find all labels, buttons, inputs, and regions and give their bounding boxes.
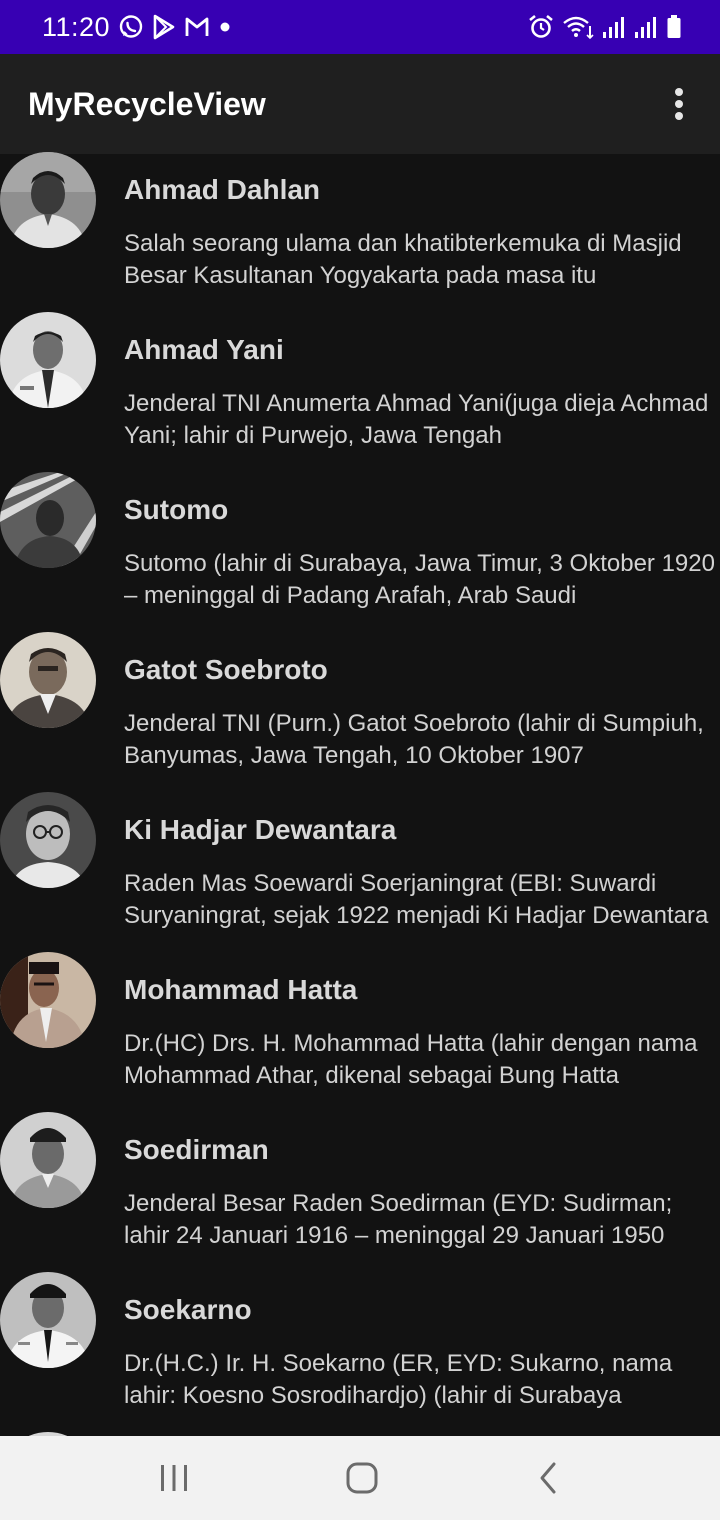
hero-name: Soedirman	[124, 1134, 269, 1165]
play-store-icon	[152, 14, 184, 40]
hero-avatar	[0, 1112, 96, 1208]
hero-avatar	[0, 472, 96, 568]
hero-avatar	[0, 312, 96, 408]
app-title: MyRecycleView	[28, 86, 266, 122]
hero-list-item[interactable]: Soedirman Jenderal Besar Raden Soedirman…	[0, 1104, 720, 1264]
hero-list-item[interactable]: Ahmad Dahlan Salah seorang ulama dan kha…	[0, 144, 720, 304]
hero-name: Ahmad Yani	[124, 334, 284, 365]
hero-avatar	[0, 632, 96, 728]
hero-list-item[interactable]: Sutomo Sutomo (lahir di Surabaya, Jawa T…	[0, 464, 720, 624]
signal-icon	[626, 14, 658, 40]
hero-name: Mohammad Hatta	[124, 974, 358, 1005]
hero-list-item[interactable]	[0, 1424, 720, 1436]
hero-list-item[interactable]: Ahmad Yani Jenderal TNI Anumerta Ahmad Y…	[0, 304, 720, 464]
whatsapp-icon	[118, 14, 152, 40]
hero-description: Salah seorang ulama dan khatibterkemuka …	[124, 230, 682, 289]
hero-description: Jenderal TNI Anumerta Ahmad Yani(juga di…	[124, 390, 709, 449]
hero-list[interactable]: Ahmad Dahlan Salah seorang ulama dan kha…	[0, 144, 720, 1436]
hero-list-item[interactable]: Ki Hadjar Dewantara Raden Mas Soewardi S…	[0, 784, 720, 944]
hero-description: Raden Mas Soewardi Soerjaningrat (EBI: S…	[124, 870, 709, 929]
navigation-bar	[0, 1436, 720, 1520]
hero-name: Ahmad Dahlan	[124, 174, 321, 205]
hero-description: Jenderal Besar Raden Soedirman (EYD: Sud…	[124, 1190, 673, 1249]
back-icon[interactable]	[524, 1454, 572, 1502]
more-vert-icon[interactable]	[658, 78, 700, 130]
hero-avatar	[0, 152, 96, 248]
status-right-icons	[520, 13, 682, 41]
hero-description: Dr.(HC) Drs. H. Mohammad Hatta (lahir de…	[124, 1030, 698, 1089]
hero-description: Sutomo (lahir di Surabaya, Jawa Timur, 3…	[124, 550, 715, 609]
battery-icon	[658, 14, 682, 40]
alarm-icon	[520, 14, 554, 40]
hero-list-item[interactable]: Soekarno Dr.(H.C.) Ir. H. Soekarno (ER, …	[0, 1264, 720, 1424]
notification-dot-icon	[218, 14, 240, 40]
wifi-icon	[554, 14, 594, 40]
hero-name: Ki Hadjar Dewantara	[124, 814, 397, 845]
hero-avatar	[0, 792, 96, 888]
hero-name: Sutomo	[124, 494, 229, 525]
home-icon[interactable]	[338, 1454, 386, 1502]
hero-avatar	[0, 1272, 96, 1368]
app-bar: MyRecycleView	[0, 54, 720, 154]
hero-description: Jenderal TNI (Purn.) Gatot Soebroto (lah…	[124, 710, 704, 769]
hero-description: Dr.(H.C.) Ir. H. Soekarno (ER, EYD: Suka…	[124, 1350, 673, 1409]
hero-avatar	[0, 952, 96, 1048]
status-time: 11:20	[42, 12, 111, 42]
hero-name: Gatot Soebroto	[124, 654, 328, 685]
hero-name: Soekarno	[124, 1294, 252, 1325]
app-screen: 11:20 MyRecycleView Ahmad Dahlan Salah s…	[0, 0, 720, 1520]
hero-list-item[interactable]: Gatot Soebroto Jenderal TNI (Purn.) Gato…	[0, 624, 720, 784]
status-bar: 11:20	[0, 0, 720, 54]
signal-icon	[594, 14, 626, 40]
gmail-icon	[184, 15, 218, 39]
status-left-icons	[118, 13, 240, 41]
recent-apps-icon[interactable]	[150, 1454, 198, 1502]
hero-list-item[interactable]: Mohammad Hatta Dr.(HC) Drs. H. Mohammad …	[0, 944, 720, 1104]
